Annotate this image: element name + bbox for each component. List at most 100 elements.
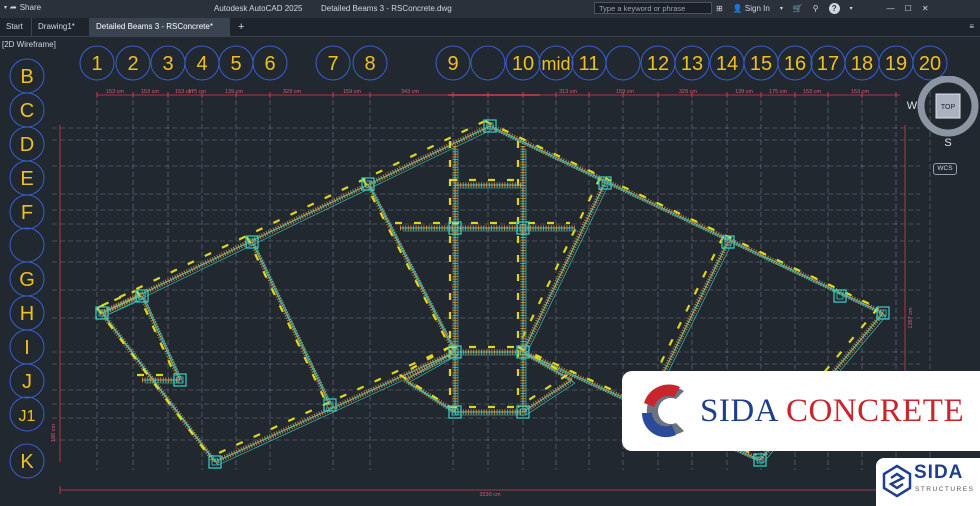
column-grid-label: 15	[750, 53, 772, 75]
sign-in-button[interactable]: 👤 Sign In	[733, 4, 770, 13]
top-dimension-label: 175 cm	[188, 89, 206, 95]
column-grid-label: 4	[196, 53, 207, 75]
row-grid-label: J1	[19, 408, 36, 425]
beam-edge	[254, 244, 334, 409]
beam-edge	[404, 379, 456, 413]
column-grid-label: 7	[327, 53, 338, 75]
top-dimension-label: 175 cm	[769, 89, 787, 95]
beam-highlight	[399, 346, 451, 376]
top-dimension-label: 153 cm	[803, 89, 821, 95]
column-grid-bubble	[470, 45, 506, 81]
column-grid-label: 17	[817, 53, 839, 75]
brand-secondary-name: SIDA	[914, 462, 964, 483]
column-grid-label: 3	[162, 53, 173, 75]
tab-label: Start	[6, 22, 23, 31]
new-tab-button[interactable]: +	[232, 18, 252, 36]
top-dimension-label: 153 cm	[106, 89, 124, 95]
document-tabs: Start Drawing1* Detailed Beams 3 - RSCon…	[0, 18, 980, 49]
wcs-menu[interactable]: WCS	[933, 163, 957, 175]
left-dimension-label: 186 cm	[51, 424, 57, 442]
top-dimension-label: 159 cm	[343, 89, 361, 95]
beam-edge	[407, 382, 459, 416]
column-grid-label: 10	[512, 53, 534, 75]
row-grid-bubble	[9, 227, 45, 263]
row-grid-label: C	[20, 100, 34, 122]
row-grid-label: J	[22, 371, 32, 393]
beam-edge	[525, 382, 576, 416]
top-dimension-label: 329 cm	[283, 89, 301, 95]
column-grid-bubble	[605, 45, 641, 81]
help-icon[interactable]: ?	[828, 3, 840, 14]
brand-text-red: CONCRETE	[785, 393, 965, 429]
beam-edge	[525, 185, 609, 356]
tab-label: Drawing1*	[38, 22, 75, 31]
viewcube-top-label: TOP	[941, 104, 956, 111]
window-title: Autodesk AutoCAD 2025 Detailed Beams 3 -…	[214, 4, 452, 13]
tab-label: Detailed Beams 3 - RSConcrete*	[96, 22, 213, 31]
brand-text-blue: SIDA	[700, 393, 778, 429]
column-grid-label: 8	[364, 53, 375, 75]
dropdown-arrow-icon[interactable]: ▾	[4, 4, 7, 11]
compass-south-label[interactable]: S	[944, 137, 951, 149]
row-grid-label: E	[20, 168, 33, 190]
column-grid-label: 20	[919, 53, 941, 75]
compass-west-label[interactable]: W	[907, 100, 918, 112]
column-grid-label: 2	[127, 53, 138, 75]
top-dimension-label: 139 cm	[225, 89, 243, 95]
brand-secondary-sub: STRUCTURES	[915, 486, 975, 493]
beam-edge	[525, 354, 576, 384]
column-grid-label: 18	[851, 53, 873, 75]
row-grid-label: F	[21, 202, 33, 224]
title-bar: ▾ ➦ Share Autodesk AutoCAD 2025 Detailed…	[0, 0, 980, 18]
viewcube[interactable]: TOP W S	[900, 76, 980, 156]
row-grid-label: I	[24, 337, 30, 359]
sida-concrete-logo-icon	[641, 384, 684, 438]
sign-in-label: Sign In	[744, 4, 770, 13]
column-grid-label: 13	[681, 53, 703, 75]
brand-text: SIDA CONCRETE	[700, 393, 964, 430]
share-label: Share	[19, 3, 42, 12]
sida-structures-icon	[882, 464, 912, 498]
share-network-icon[interactable]: ⚲	[813, 4, 819, 13]
viewport-label[interactable]: [2D Wireframe]	[2, 40, 56, 49]
dropdown-arrow-icon[interactable]: ▾	[780, 5, 783, 12]
close-icon[interactable]: ✕	[922, 4, 929, 13]
dropdown-arrow-icon[interactable]: ▾	[850, 5, 853, 12]
right-dimension-label: 1367 cm	[908, 307, 914, 329]
sida-concrete-banner: SIDA CONCRETE	[622, 371, 980, 451]
row-grid-label: B	[20, 66, 33, 88]
column-grid-label: 11	[579, 53, 600, 75]
binoculars-icon[interactable]: ⊞	[716, 4, 723, 13]
row-grid-label: K	[20, 451, 34, 473]
share-button[interactable]: ▾ ➦ Share	[4, 3, 41, 12]
bottom-dimension-label: 3230 cm	[479, 492, 501, 498]
column-grid-label: 9	[447, 53, 458, 75]
top-dimension-label: 139 cm	[735, 89, 753, 95]
row-grid-label: H	[20, 303, 34, 325]
beam-highlight	[96, 120, 486, 309]
row-grid-label: G	[19, 269, 35, 291]
top-dimension-label: 343 cm	[401, 89, 419, 95]
beam-edge	[144, 298, 184, 384]
top-dimension-label: 313 cm	[559, 89, 577, 95]
tab-start[interactable]: Start	[0, 18, 32, 36]
cart-icon[interactable]: 🛒	[793, 4, 803, 13]
beam-edge	[370, 186, 459, 356]
search-input[interactable]: Type a keyword or phrase	[594, 2, 712, 14]
row-grid-label: D	[20, 134, 34, 156]
maximize-icon[interactable]: ☐	[905, 4, 912, 13]
column-grid-label: mid	[541, 54, 570, 74]
sida-structures-logo: SIDA STRUCTURES	[876, 458, 980, 506]
beam-highlight	[517, 177, 601, 348]
top-dimension-label: 153 cm	[141, 89, 159, 95]
top-dimension-label: 153 cm	[851, 89, 869, 95]
column-grid-label: 19	[885, 53, 907, 75]
column-grid-label: 14	[716, 53, 738, 75]
column-grid-label: 5	[230, 53, 241, 75]
minimize-icon[interactable]: —	[887, 4, 895, 13]
column-grid-label: 12	[647, 53, 669, 75]
menu-icon[interactable]: ≡	[969, 18, 974, 36]
document-title: Detailed Beams 3 - RSConcrete.dwg	[320, 4, 452, 13]
tab-detailed-beams[interactable]: Detailed Beams 3 - RSConcrete* ✕	[90, 18, 230, 49]
tab-drawing1[interactable]: Drawing1*	[32, 18, 90, 36]
